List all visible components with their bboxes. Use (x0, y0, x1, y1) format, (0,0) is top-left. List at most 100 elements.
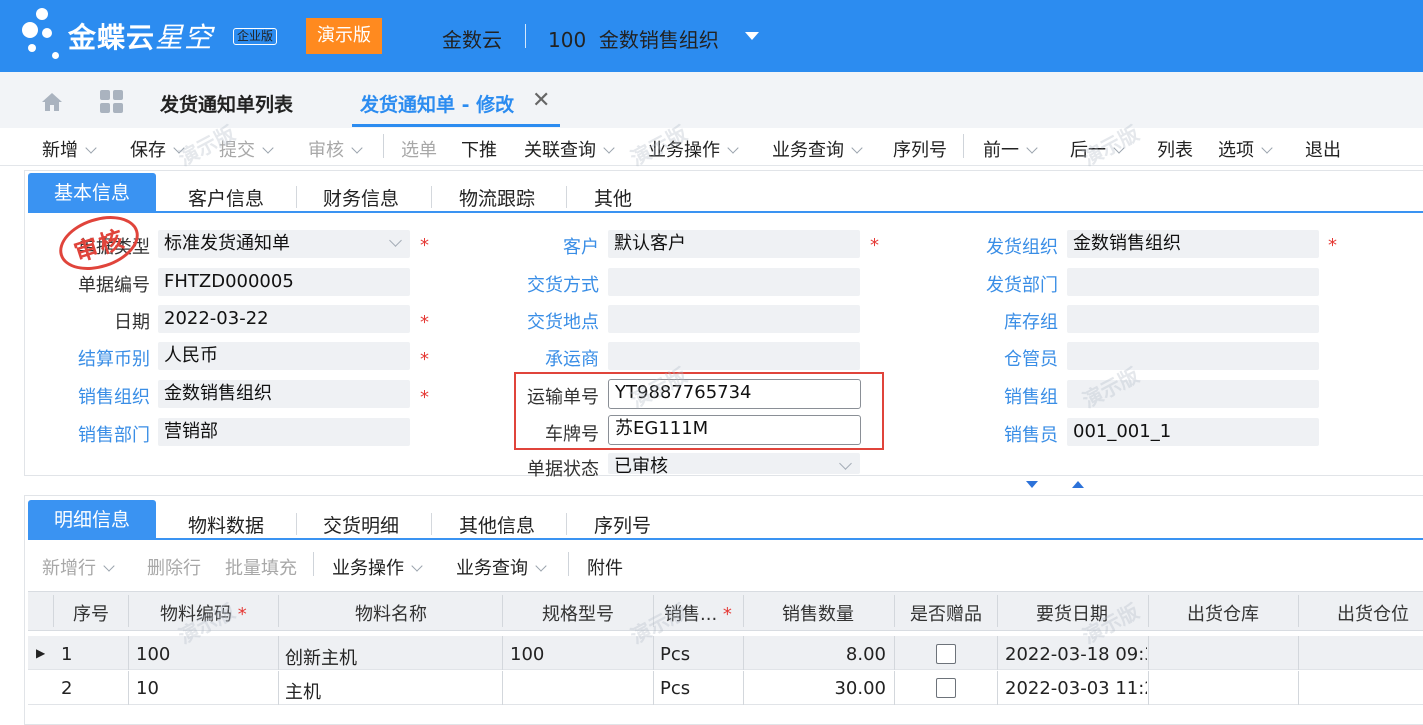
tab-customer-info[interactable]: 客户信息 (188, 184, 264, 211)
detail-biz-query-button[interactable]: 业务查询 (456, 554, 547, 580)
chevron-down-icon[interactable] (851, 142, 863, 154)
tab-delivery-edit[interactable]: 发货通知单 - 修改 (360, 90, 514, 117)
cell-required-date[interactable]: 2022-03-03 11:2 (1005, 678, 1147, 699)
chevron-down-icon[interactable] (603, 142, 615, 154)
push-down-button[interactable]: 下推 (461, 136, 497, 162)
new-button[interactable]: 新增 (42, 136, 97, 162)
gift-checkbox[interactable] (936, 644, 956, 664)
sale-dept-field[interactable]: 营销部 (158, 418, 410, 446)
column-header-location[interactable]: 出货仓位 (1337, 600, 1409, 626)
stock-group-field[interactable] (1067, 305, 1319, 333)
options-button[interactable]: 选项 (1218, 136, 1273, 162)
tab-logistics-tracking[interactable]: 物流跟踪 (459, 184, 535, 211)
company-name[interactable]: 金数云 (442, 24, 502, 53)
cell-seq[interactable]: 1 (61, 644, 72, 665)
tab-other-info[interactable]: 其他信息 (459, 511, 535, 538)
select-bill-button[interactable]: 选单 (401, 136, 437, 162)
column-header-sale-qty[interactable]: 销售数量 (782, 600, 854, 626)
chevron-down-icon[interactable] (85, 142, 97, 154)
delivery-place-field[interactable] (608, 305, 860, 333)
chevron-down-icon[interactable] (1261, 142, 1273, 154)
list-button[interactable]: 列表 (1157, 136, 1193, 162)
bill-type-select[interactable]: 标准发货通知单 (158, 230, 410, 258)
sale-group-label[interactable]: 销售组 (1004, 383, 1058, 409)
home-icon[interactable] (40, 90, 64, 114)
gift-checkbox[interactable] (936, 678, 956, 698)
cell-required-date[interactable]: 2022-03-18 09:3 (1005, 644, 1147, 665)
cell-sale-qty[interactable]: 8.00 (750, 644, 886, 665)
tab-delivery-detail[interactable]: 交货明细 (323, 511, 399, 538)
delivery-place-label[interactable]: 交货地点 (527, 308, 599, 334)
chevron-down-icon[interactable] (745, 32, 759, 40)
chevron-down-icon[interactable] (411, 560, 423, 572)
biz-query-button[interactable]: 业务查询 (772, 136, 863, 162)
sale-org-field[interactable]: 金数销售组织 (158, 380, 410, 408)
attachment-button[interactable]: 附件 (587, 554, 623, 580)
detail-biz-operation-button[interactable]: 业务操作 (332, 554, 423, 580)
currency-label[interactable]: 结算币别 (78, 345, 150, 371)
apps-grid-icon[interactable] (100, 90, 124, 114)
close-icon[interactable]: ✕ (532, 88, 550, 113)
chevron-down-icon[interactable] (727, 142, 739, 154)
bill-no-field[interactable]: FHTZD000005 (158, 268, 410, 296)
add-row-button[interactable]: 新增行 (42, 554, 115, 580)
batch-fill-button[interactable]: 批量填充 (225, 554, 297, 580)
delete-row-button[interactable]: 删除行 (147, 554, 201, 580)
carrier-label[interactable]: 承运商 (545, 345, 599, 371)
date-field[interactable]: 2022-03-22 (158, 305, 410, 333)
delivery-way-field[interactable] (608, 268, 860, 296)
chevron-down-icon[interactable] (1026, 142, 1038, 154)
cell-seq[interactable]: 2 (61, 678, 72, 699)
column-header-warehouse[interactable]: 出货仓库 (1187, 600, 1259, 626)
chevron-down-icon[interactable] (103, 560, 115, 572)
ship-dept-label[interactable]: 发货部门 (986, 271, 1058, 297)
cell-material-code[interactable]: 100 (136, 644, 276, 665)
linked-query-button[interactable]: 关联查询 (524, 136, 615, 162)
column-header-material-name[interactable]: 物料名称 (355, 600, 427, 626)
tab-material-data[interactable]: 物料数据 (188, 511, 264, 538)
salesman-field[interactable]: 001_001_1 (1067, 418, 1319, 446)
status-select[interactable]: 已审核 (608, 453, 860, 474)
chevron-down-icon[interactable] (535, 560, 547, 572)
chevron-down-icon[interactable] (389, 234, 402, 247)
tab-serial-number[interactable]: 序列号 (594, 511, 651, 538)
customer-field[interactable]: 默认客户 (608, 230, 860, 258)
column-header-spec[interactable]: 规格型号 (542, 600, 614, 626)
cell-sale-qty[interactable]: 30.00 (750, 678, 886, 699)
cell-material-name[interactable]: 主机 (285, 678, 495, 704)
chevron-down-icon[interactable] (262, 142, 274, 154)
column-header-seq[interactable]: 序号 (73, 600, 109, 626)
delivery-way-label[interactable]: 交货方式 (527, 271, 599, 297)
ship-org-field[interactable]: 金数销售组织 (1067, 230, 1319, 258)
column-header-is-gift[interactable]: 是否赠品 (910, 600, 982, 626)
cell-material-code[interactable]: 10 (136, 678, 276, 699)
ship-org-label[interactable]: 发货组织 (986, 233, 1058, 259)
stock-group-label[interactable]: 库存组 (1004, 308, 1058, 334)
stock-keeper-label[interactable]: 仓管员 (1004, 345, 1058, 371)
stock-keeper-field[interactable] (1067, 342, 1319, 370)
cell-sale-unit[interactable]: Pcs (660, 644, 740, 665)
currency-field[interactable]: 人民币 (158, 342, 410, 370)
expand-down-icon[interactable] (1026, 481, 1038, 488)
chevron-down-icon[interactable] (839, 457, 852, 470)
tab-other[interactable]: 其他 (594, 184, 632, 211)
cell-spec[interactable]: 100 (510, 644, 650, 665)
exit-button[interactable]: 退出 (1305, 136, 1341, 162)
carrier-field[interactable] (608, 342, 860, 370)
org-selector[interactable]: 100 金数销售组织 (548, 24, 719, 53)
tab-delivery-list[interactable]: 发货通知单列表 (160, 90, 293, 117)
cell-sale-unit[interactable]: Pcs (660, 678, 740, 699)
tab-detail-info[interactable]: 明细信息 (28, 500, 156, 540)
tab-basic-info[interactable]: 基本信息 (28, 173, 156, 213)
salesman-label[interactable]: 销售员 (1004, 421, 1058, 447)
audit-button[interactable]: 审核 (308, 136, 363, 162)
prev-button[interactable]: 前一 (983, 136, 1038, 162)
sale-dept-label[interactable]: 销售部门 (78, 421, 150, 447)
sale-org-label[interactable]: 销售组织 (78, 383, 150, 409)
collapse-up-icon[interactable] (1072, 481, 1084, 488)
cell-material-name[interactable]: 创新主机 (285, 644, 495, 670)
serial-number-button[interactable]: 序列号 (893, 136, 947, 162)
ship-dept-field[interactable] (1067, 268, 1319, 296)
customer-label[interactable]: 客户 (563, 233, 599, 259)
tab-finance-info[interactable]: 财务信息 (323, 184, 399, 211)
